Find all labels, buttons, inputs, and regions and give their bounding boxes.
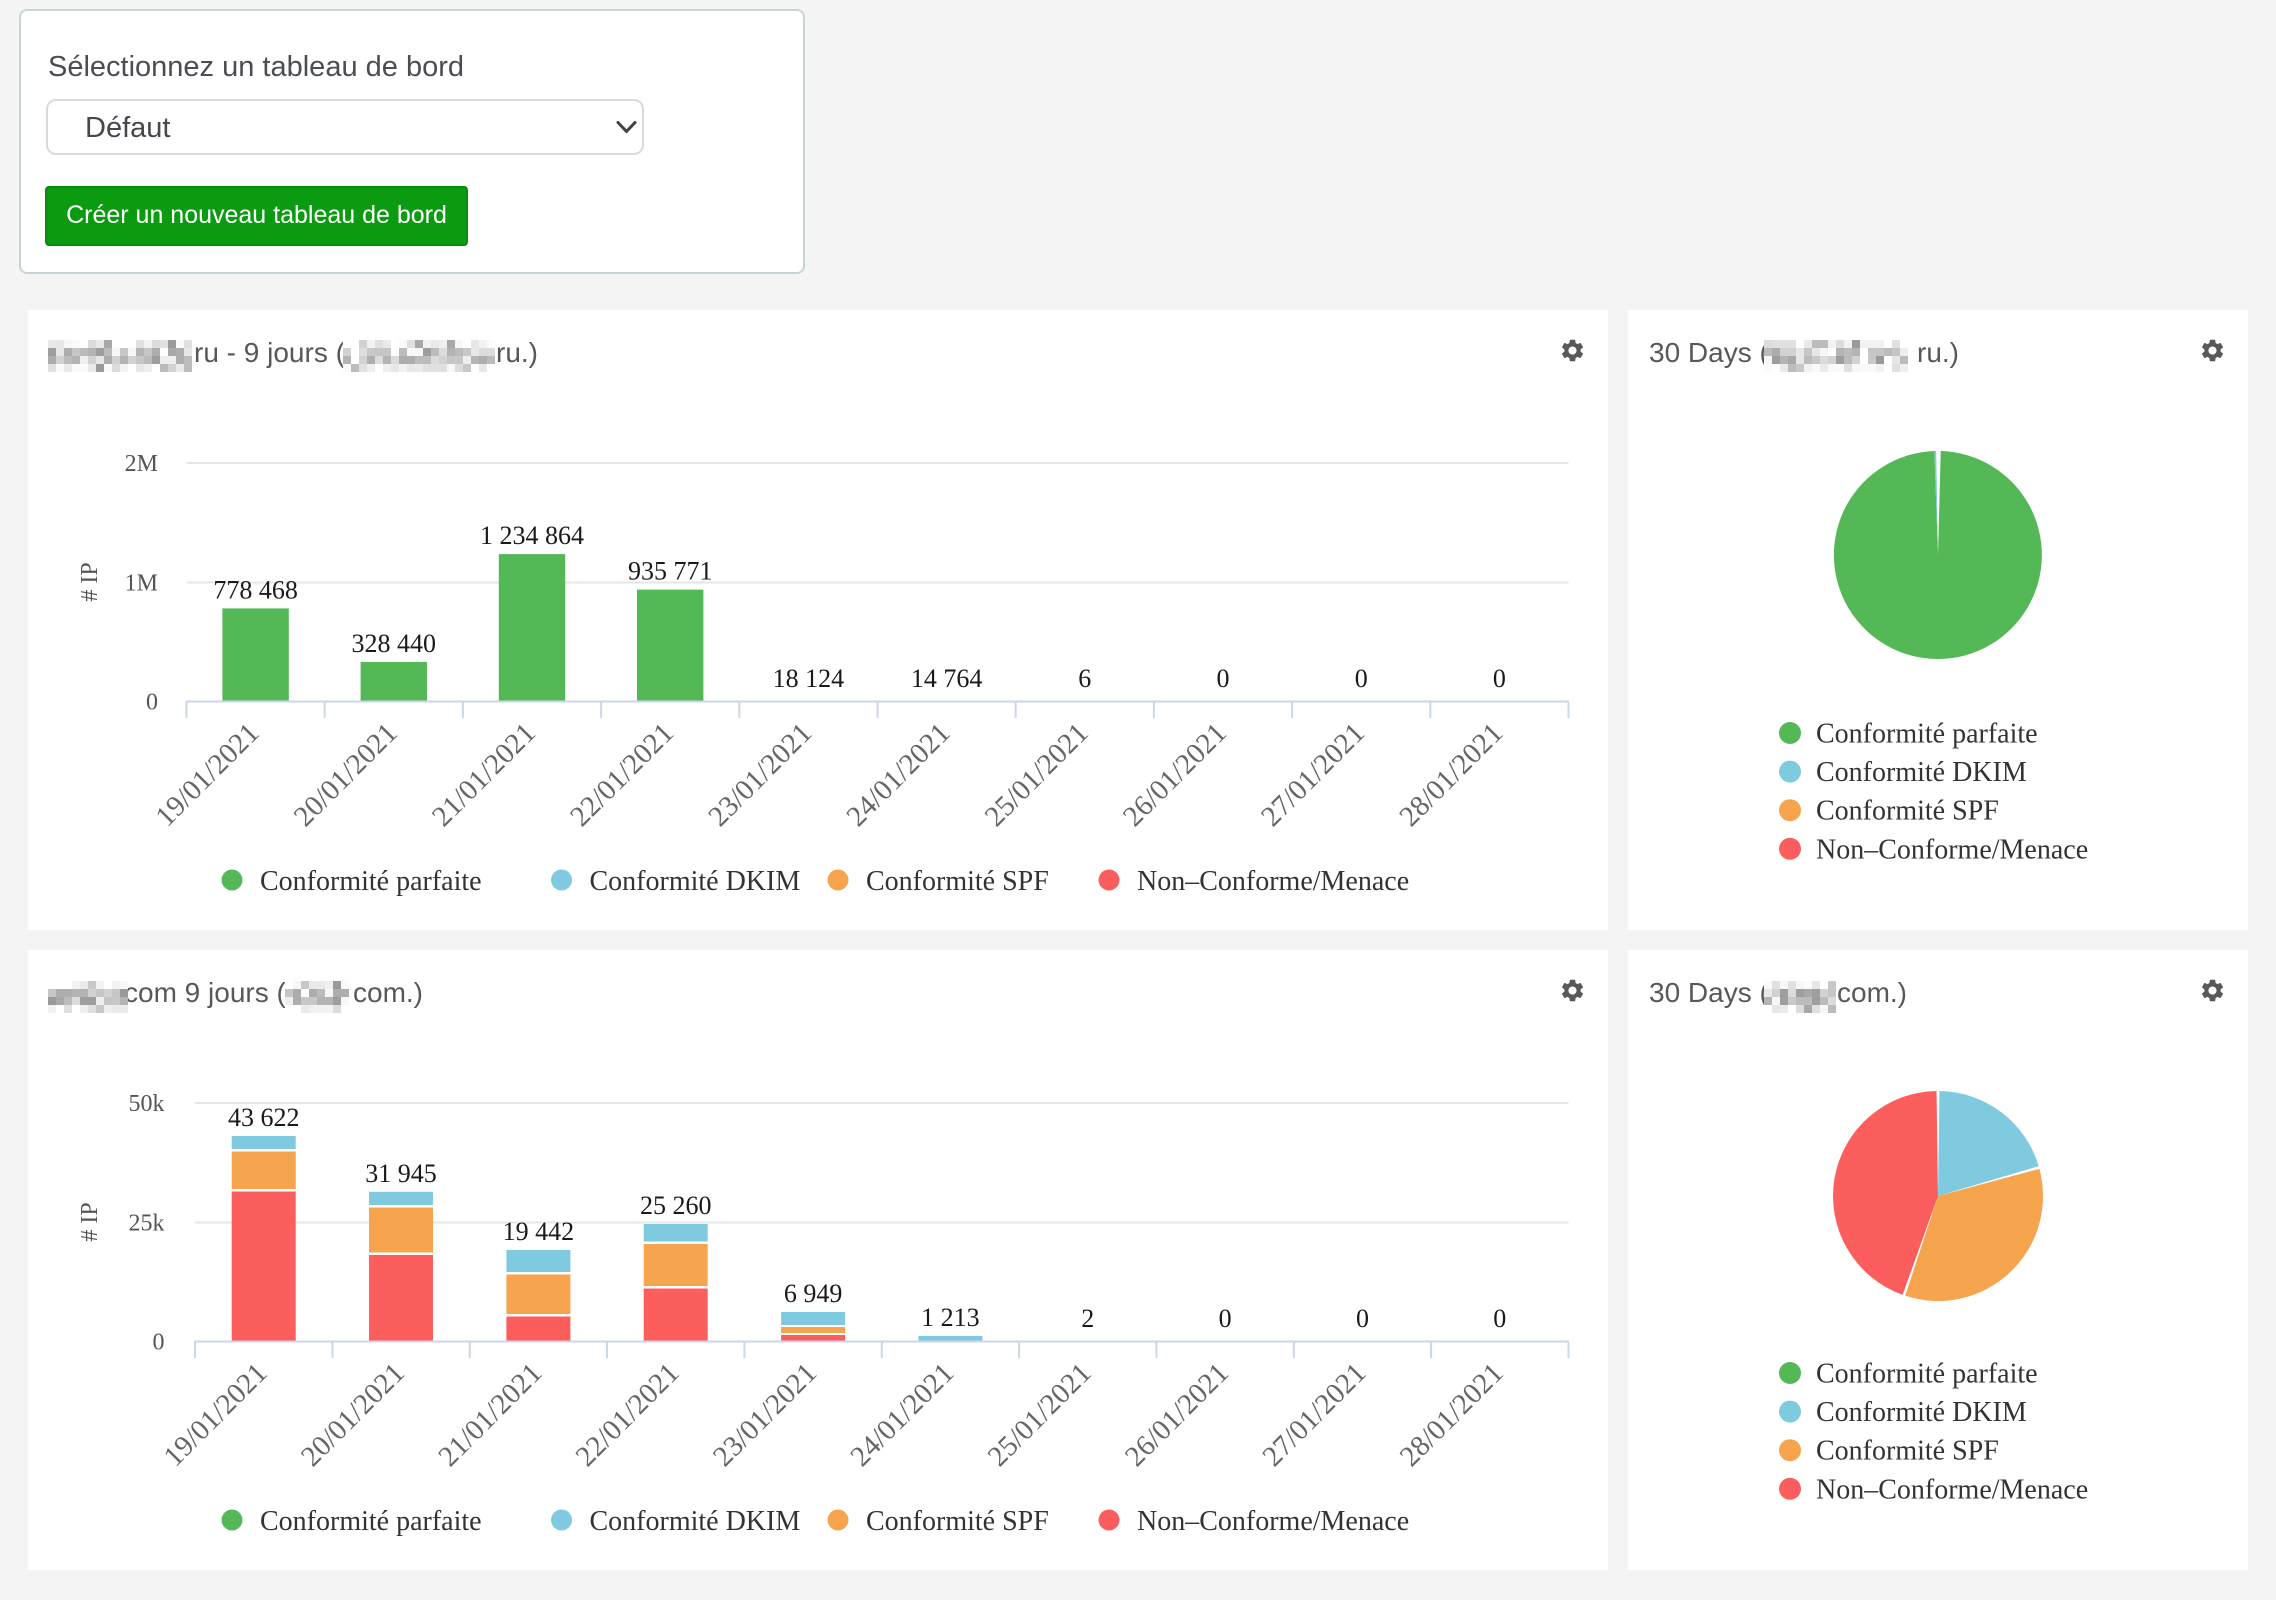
svg-text:31 945: 31 945 <box>365 1159 437 1188</box>
svg-text:21/01/2021: 21/01/2021 <box>432 1357 548 1473</box>
svg-text:Non–Conforme/Menace: Non–Conforme/Menace <box>1816 1474 2088 1505</box>
svg-text:24/01/2021: 24/01/2021 <box>844 1357 960 1473</box>
svg-text:25 260: 25 260 <box>640 1191 712 1220</box>
svg-text:0: 0 <box>1217 664 1230 693</box>
svg-text:0: 0 <box>1356 1304 1369 1333</box>
svg-text:19/01/2021: 19/01/2021 <box>158 1357 274 1473</box>
svg-text:20/01/2021: 20/01/2021 <box>295 1357 411 1473</box>
svg-text:25k: 25k <box>129 1211 165 1237</box>
svg-text:Non–Conforme/Menace: Non–Conforme/Menace <box>1137 866 1409 897</box>
svg-text:778 468: 778 468 <box>213 575 298 604</box>
svg-text:26/01/2021: 26/01/2021 <box>1117 717 1233 833</box>
svg-text:24/01/2021: 24/01/2021 <box>840 717 956 833</box>
svg-text:19 442: 19 442 <box>503 1217 575 1246</box>
svg-text:328 440: 328 440 <box>352 629 437 658</box>
svg-text:Conformité parfaite: Conformité parfaite <box>1816 719 2038 750</box>
svg-text:23/01/2021: 23/01/2021 <box>702 717 818 833</box>
svg-text:27/01/2021: 27/01/2021 <box>1256 1357 1372 1473</box>
svg-text:Conformité DKIM: Conformité DKIM <box>590 1506 801 1537</box>
svg-text:6: 6 <box>1078 664 1091 693</box>
svg-text:1 213: 1 213 <box>921 1303 980 1332</box>
svg-text:935 771: 935 771 <box>628 557 713 586</box>
svg-text:0: 0 <box>153 1330 165 1356</box>
svg-text:43 622: 43 622 <box>228 1103 300 1132</box>
svg-text:6 949: 6 949 <box>784 1279 843 1308</box>
svg-text:2: 2 <box>1081 1304 1094 1333</box>
svg-text:Conformité SPF: Conformité SPF <box>866 1506 1049 1537</box>
svg-text:19/01/2021: 19/01/2021 <box>149 717 265 833</box>
svg-text:Conformité SPF: Conformité SPF <box>1816 1436 1999 1467</box>
svg-text:0: 0 <box>1493 1304 1506 1333</box>
svg-text:25/01/2021: 25/01/2021 <box>982 1357 1098 1473</box>
svg-text:21/01/2021: 21/01/2021 <box>426 717 542 833</box>
svg-text:Conformité DKIM: Conformité DKIM <box>590 866 801 897</box>
svg-text:Conformité parfaite: Conformité parfaite <box>1816 1359 2038 1390</box>
svg-text:Conformité parfaite: Conformité parfaite <box>260 866 482 897</box>
svg-text:# IP: # IP <box>77 562 103 601</box>
svg-text:28/01/2021: 28/01/2021 <box>1393 717 1509 833</box>
svg-text:Conformité DKIM: Conformité DKIM <box>1816 757 2027 788</box>
svg-text:1M: 1M <box>125 571 158 597</box>
svg-text:Conformité SPF: Conformité SPF <box>866 866 1049 897</box>
svg-text:0: 0 <box>1355 664 1368 693</box>
svg-text:# IP: # IP <box>77 1202 103 1241</box>
svg-text:1 234 864: 1 234 864 <box>480 521 584 550</box>
svg-text:Non–Conforme/Menace: Non–Conforme/Menace <box>1816 834 2088 865</box>
svg-text:Conformité SPF: Conformité SPF <box>1816 796 1999 827</box>
svg-text:18 124: 18 124 <box>773 664 845 693</box>
svg-text:28/01/2021: 28/01/2021 <box>1394 1357 1510 1473</box>
svg-text:2M: 2M <box>125 451 158 477</box>
svg-text:50k: 50k <box>129 1091 165 1117</box>
svg-text:Conformité DKIM: Conformité DKIM <box>1816 1397 2027 1428</box>
svg-text:26/01/2021: 26/01/2021 <box>1119 1357 1235 1473</box>
svg-text:22/01/2021: 22/01/2021 <box>564 717 680 833</box>
svg-text:25/01/2021: 25/01/2021 <box>979 717 1095 833</box>
svg-text:Non–Conforme/Menace: Non–Conforme/Menace <box>1137 1506 1409 1537</box>
svg-text:14 764: 14 764 <box>911 664 983 693</box>
svg-text:Conformité parfaite: Conformité parfaite <box>260 1506 482 1537</box>
svg-text:0: 0 <box>1493 664 1506 693</box>
svg-text:0: 0 <box>1219 1304 1232 1333</box>
svg-text:20/01/2021: 20/01/2021 <box>288 717 404 833</box>
svg-text:27/01/2021: 27/01/2021 <box>1255 717 1371 833</box>
svg-text:23/01/2021: 23/01/2021 <box>707 1357 823 1473</box>
svg-text:0: 0 <box>146 690 158 716</box>
svg-text:22/01/2021: 22/01/2021 <box>570 1357 686 1473</box>
